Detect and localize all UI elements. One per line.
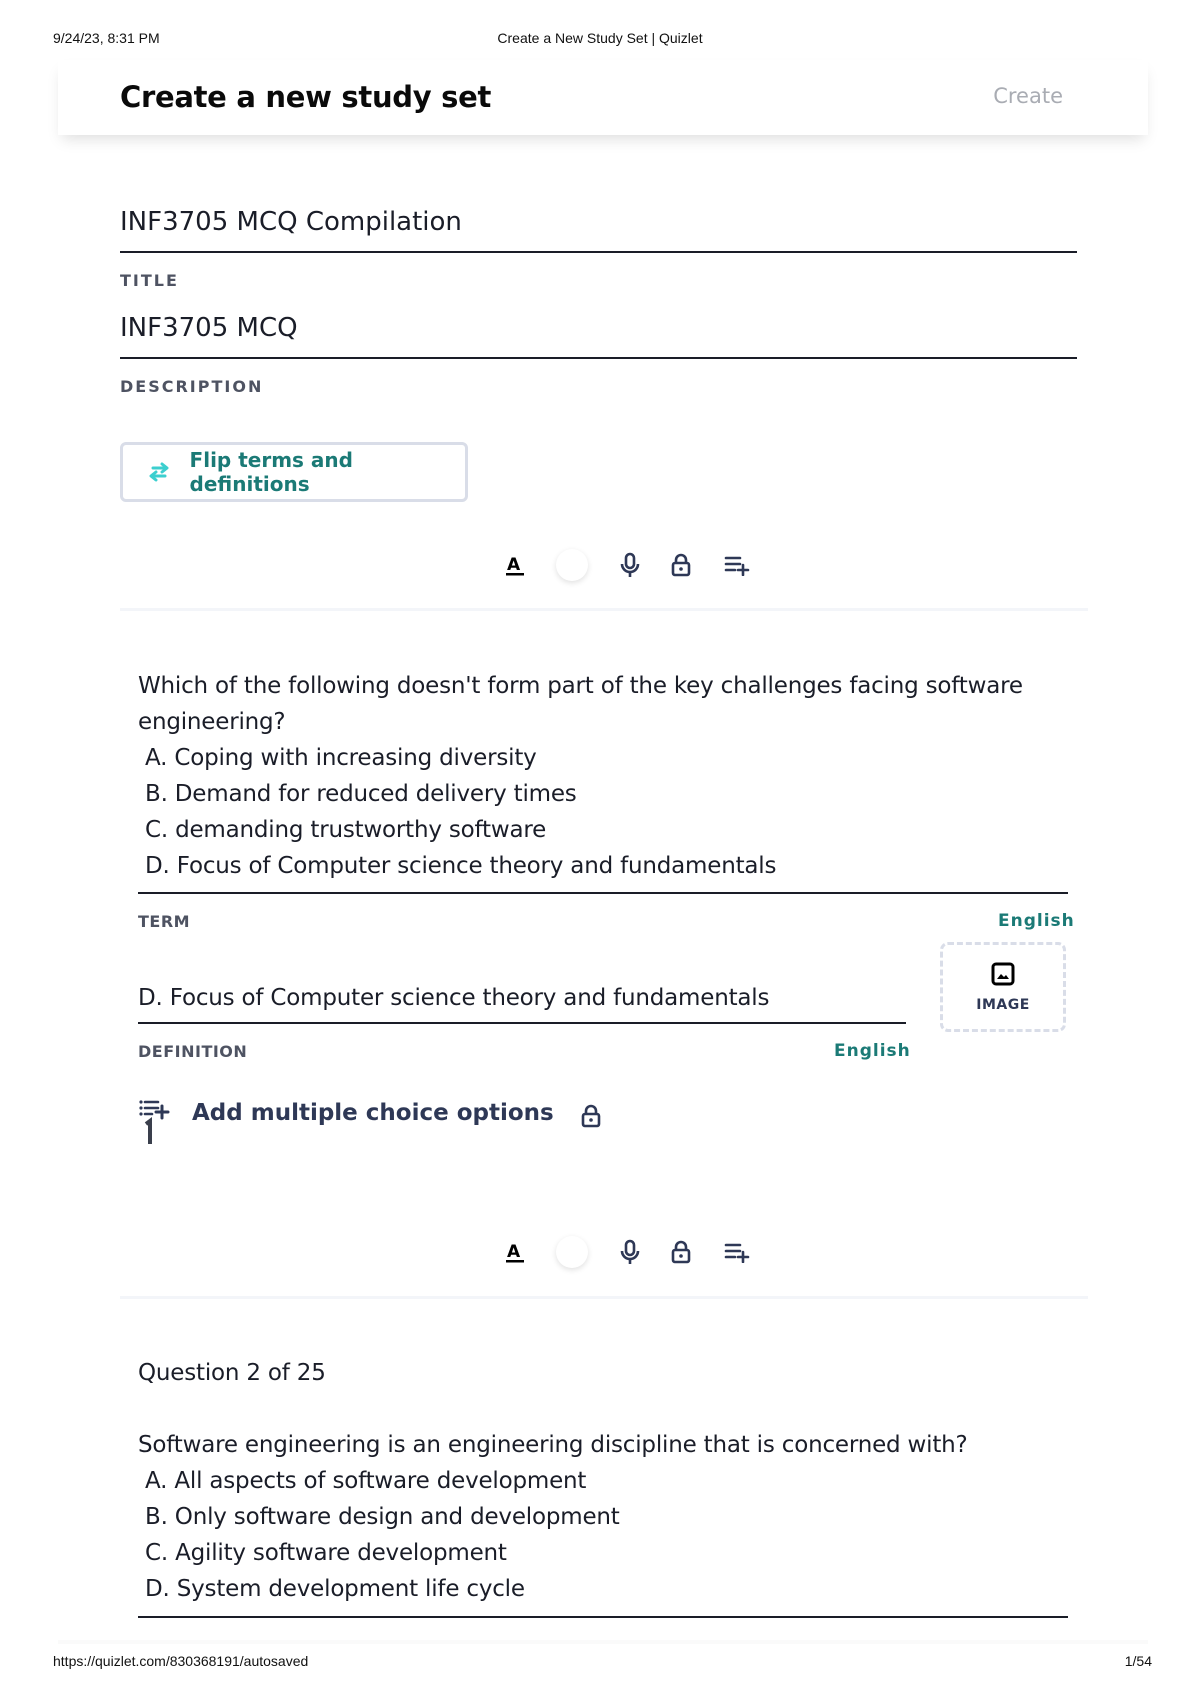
question-counter: Question 2 of 25 (138, 1360, 326, 1386)
add-multiple-choice-button[interactable]: Add multiple choice options (138, 1098, 602, 1153)
text-format-icon[interactable]: A (504, 1240, 526, 1264)
bottom-fade (58, 1640, 1148, 1644)
lock-icon[interactable] (670, 553, 692, 577)
term-option: A. Coping with increasing diversity (145, 745, 537, 771)
text-format-icon[interactable]: A (504, 553, 526, 577)
color-circle[interactable] (556, 1236, 588, 1268)
print-page-title: Create a New Study Set | Quizlet (497, 30, 703, 46)
add-list-icon[interactable] (724, 1241, 750, 1263)
definition-language-selector[interactable]: English (834, 1041, 911, 1061)
term-question: Which of the following doesn't form part… (138, 673, 1023, 735)
term-language-selector[interactable]: English (998, 911, 1075, 931)
description-label: DESCRIPTION (120, 377, 264, 396)
microphone-icon[interactable] (618, 552, 642, 578)
print-page-count: 1/54 (1124, 1653, 1152, 1669)
color-circle[interactable] (556, 549, 588, 581)
term-option: B. Demand for reduced delivery times (145, 781, 577, 807)
microphone-icon[interactable] (618, 1239, 642, 1265)
definition-text: D. Focus of Computer science theory and … (138, 985, 770, 1011)
lock-icon[interactable] (670, 1240, 692, 1264)
divider (120, 608, 1088, 611)
title-field[interactable]: INF3705 MCQ Compilation TITLE (120, 207, 1077, 290)
term-option: B. Only software design and development (145, 1504, 620, 1530)
svg-text:A: A (507, 1242, 521, 1262)
card-toolbar: A (490, 545, 770, 585)
term-option: C. Agility software development (145, 1540, 507, 1566)
numbered-list-add-icon (138, 1098, 172, 1153)
definition-label: DEFINITION (138, 1042, 248, 1061)
image-icon (991, 962, 1015, 991)
term-input[interactable]: Question 2 of 25 Software engineering is… (138, 1355, 1068, 1607)
term-input[interactable]: Which of the following doesn't form part… (138, 668, 1068, 884)
add-image-button[interactable]: IMAGE (940, 942, 1066, 1032)
title-input[interactable]: INF3705 MCQ Compilation (120, 207, 1077, 253)
term-label: TERM (138, 912, 191, 931)
definition-input[interactable]: D. Focus of Computer science theory and … (138, 980, 898, 1016)
image-label: IMAGE (976, 996, 1030, 1013)
create-button[interactable]: Create (993, 84, 1063, 108)
flip-terms-label: Flip terms and definitions (189, 448, 353, 496)
term-underline (138, 892, 1068, 894)
card-toolbar: A (490, 1232, 770, 1272)
print-url: https://quizlet.com/830368191/autosaved (53, 1653, 309, 1669)
flip-terms-button[interactable]: Flip terms and definitions (120, 442, 468, 502)
add-multiple-choice-label: Add multiple choice options (192, 1100, 554, 1126)
term-question: Software engineering is an engineering d… (138, 1432, 968, 1458)
title-label: TITLE (120, 271, 179, 290)
term-option: D. System development life cycle (145, 1576, 525, 1602)
description-field[interactable]: INF3705 MCQ DESCRIPTION (120, 313, 1077, 396)
lock-icon (580, 1104, 602, 1133)
term-option: C. demanding trustworthy software (145, 817, 547, 843)
page-title: Create a new study set (120, 80, 492, 114)
top-bar: Create a new study set Create (58, 60, 1148, 135)
definition-underline (138, 1022, 906, 1024)
svg-text:A: A (507, 555, 521, 575)
divider (120, 1296, 1088, 1299)
swap-arrows-icon (147, 462, 174, 482)
add-list-icon[interactable] (724, 554, 750, 576)
description-input[interactable]: INF3705 MCQ (120, 313, 1077, 359)
term-underline (138, 1616, 1068, 1618)
term-option: D. Focus of Computer science theory and … (145, 853, 777, 879)
term-option: A. All aspects of software development (145, 1468, 587, 1494)
